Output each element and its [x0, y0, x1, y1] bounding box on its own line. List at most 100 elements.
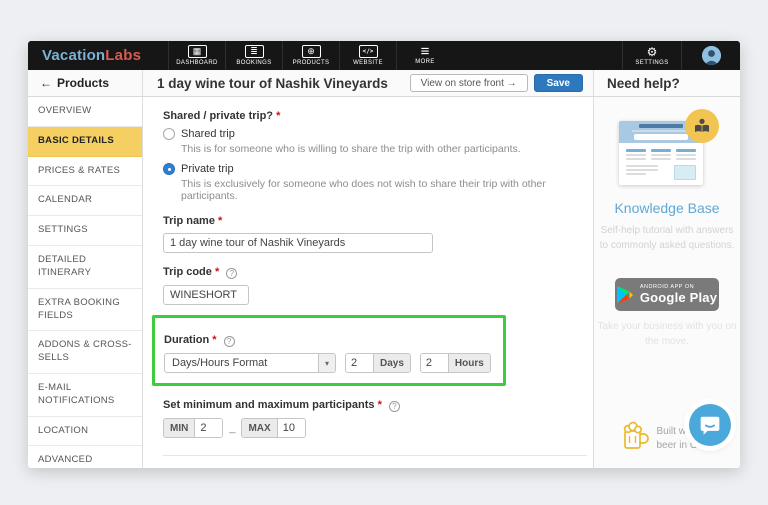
illustration-button	[674, 165, 696, 180]
duration-label: Duration * ?	[164, 334, 491, 347]
days-unit-label: Days	[373, 354, 410, 372]
max-label: MAX	[242, 419, 277, 437]
min-participants-input[interactable]	[195, 419, 222, 437]
help-icon[interactable]: ?	[224, 336, 235, 347]
sidebar-item-detailed-itinerary[interactable]: DETAILED ITINERARY	[28, 246, 142, 289]
nav-label: WEBSITE	[353, 60, 383, 66]
sidebar-nav: OVERVIEW BASIC DETAILS PRICES & RATES CA…	[28, 97, 143, 468]
page-header: ← Products 1 day wine tour of Nashik Vin…	[28, 70, 740, 97]
required-mark: *	[215, 266, 219, 278]
intercom-chat-button[interactable]	[689, 404, 731, 446]
illustration-title-bar	[639, 124, 683, 128]
illustration-search-bar	[634, 134, 688, 140]
nav-item-more[interactable]: ≡ MORE	[396, 41, 453, 70]
sidebar-item-email-notifications[interactable]: E-MAIL NOTIFICATIONS	[28, 374, 142, 417]
sidebar-item-basic-details[interactable]: BASIC DETAILS	[28, 127, 142, 157]
app-window: VacationLabs ▦ DASHBOARD ≣ BOOKINGS ⊕ PR…	[28, 41, 740, 468]
kb-desc-line2: to commonly asked questions.	[600, 238, 735, 253]
knowledge-base-card[interactable]	[619, 121, 715, 185]
min-label: MIN	[164, 419, 195, 437]
label-text: Set minimum and maximum participants	[163, 399, 375, 411]
duration-highlight-box: Duration * ? Days/Hours Format ▾ Days	[152, 315, 506, 386]
play-description: Take your business with you on the move.	[598, 319, 737, 349]
basic-details-form: Shared / private trip? * Shared trip Thi…	[143, 97, 593, 468]
label-text: Shared / private trip?	[163, 110, 273, 122]
nav-label: MORE	[415, 59, 435, 65]
sidebar-item-advanced-settings[interactable]: ADVANCED SETTINGS	[28, 446, 142, 468]
top-navbar: VacationLabs ▦ DASHBOARD ≣ BOOKINGS ⊕ PR…	[28, 41, 740, 70]
navbar-spacer	[453, 41, 622, 70]
nav-item-products[interactable]: ⊕ PRODUCTS	[282, 41, 339, 70]
sidebar-item-settings[interactable]: SETTINGS	[28, 216, 142, 246]
help-icon[interactable]: ?	[226, 268, 237, 279]
duration-hours-input[interactable]	[421, 354, 448, 372]
nav-item-dashboard[interactable]: ▦ DASHBOARD	[168, 41, 225, 70]
nav-item-bookings[interactable]: ≣ BOOKINGS	[225, 41, 282, 70]
save-button[interactable]: Save	[534, 74, 583, 92]
radio-unchecked-icon[interactable]	[163, 128, 175, 140]
play-desc-line1: Take your business with you on	[598, 319, 737, 334]
shared-trip-option[interactable]: Shared trip	[163, 128, 578, 140]
beer-mug-icon	[622, 420, 650, 452]
participants-label: Set minimum and maximum participants * ?	[163, 399, 578, 412]
sidebar-item-prices-rates[interactable]: PRICES & RATES	[28, 157, 142, 187]
content-area: OVERVIEW BASIC DETAILS PRICES & RATES CA…	[28, 97, 740, 468]
required-mark: *	[212, 334, 216, 346]
knowledge-base-description: Self-help tutorial with answers to commo…	[600, 223, 735, 253]
need-help-title: Need help?	[593, 70, 740, 96]
sidebar-item-addons-cross-sells[interactable]: ADDONS & CROSS-SELLS	[28, 331, 142, 374]
reading-person-badge	[685, 109, 719, 143]
vacationlabs-logo[interactable]: VacationLabs	[28, 41, 168, 70]
trip-code-label: Trip code * ?	[163, 266, 578, 279]
chat-bubble-icon	[699, 414, 721, 436]
sidebar-item-calendar[interactable]: CALENDAR	[28, 186, 142, 216]
avatar[interactable]	[702, 46, 721, 65]
duration-format-select[interactable]: Days/Hours Format ▾	[164, 353, 336, 373]
sidebar-item-extra-booking-fields[interactable]: EXTRA BOOKING FIELDS	[28, 289, 142, 332]
view-on-store-front-button[interactable]: View on store front →	[410, 74, 528, 92]
nav-label: PRODUCTS	[293, 60, 330, 66]
nav-item-settings[interactable]: ⚙ SETTINGS	[622, 41, 682, 70]
duration-days-group: Days	[345, 353, 411, 373]
trip-name-input[interactable]	[163, 233, 433, 253]
back-arrow-icon: ←	[40, 76, 52, 90]
required-mark: *	[218, 215, 222, 227]
knowledge-base-title[interactable]: Knowledge Base	[614, 200, 719, 216]
max-participants-input[interactable]	[278, 419, 305, 437]
trip-code-input[interactable]	[163, 285, 249, 305]
google-play-triangle-icon	[617, 286, 633, 304]
duration-days-input[interactable]	[346, 354, 373, 372]
avatar-silhouette	[702, 46, 721, 65]
illustration-footer	[619, 162, 703, 180]
nav-item-website[interactable]: </> WEBSITE	[339, 41, 396, 70]
sidebar-item-location[interactable]: LOCATION	[28, 417, 142, 447]
back-to-products[interactable]: ← Products	[28, 70, 143, 96]
minmax-separator: _	[229, 422, 235, 434]
label-text: Trip code	[163, 266, 212, 278]
nav-label: BOOKINGS	[236, 60, 271, 66]
min-participants-group: MIN	[163, 418, 223, 438]
sidebar-item-overview[interactable]: OVERVIEW	[28, 97, 142, 127]
products-icon: ⊕	[302, 45, 321, 58]
dashboard-icon: ▦	[188, 45, 207, 58]
private-trip-option[interactable]: Private trip	[163, 163, 578, 175]
private-trip-description: This is exclusively for someone who does…	[181, 178, 578, 202]
google-play-badge[interactable]: ANDROID APP ON Google Play	[615, 278, 719, 311]
play-desc-line2: the move.	[598, 334, 737, 349]
person-reading-book-icon	[693, 118, 711, 134]
website-code-icon: </>	[359, 45, 378, 58]
kb-desc-line1: Self-help tutorial with answers	[600, 223, 735, 238]
gear-icon: ⚙	[647, 46, 658, 58]
radio-checked-icon[interactable]	[163, 163, 175, 175]
nav-label: SETTINGS	[635, 60, 668, 66]
participants-controls: MIN _ MAX	[163, 418, 578, 438]
play-badge-text: ANDROID APP ON Google Play	[640, 284, 717, 305]
illustration-subtitle-bar	[632, 130, 690, 132]
trip-name-label: Trip name *	[163, 215, 578, 227]
illustration-columns	[619, 143, 703, 162]
private-trip-label: Private trip	[181, 163, 234, 175]
help-icon[interactable]: ?	[389, 401, 400, 412]
duration-hours-group: Hours	[420, 353, 491, 373]
shared-private-label: Shared / private trip? *	[163, 110, 578, 122]
hamburger-icon: ≡	[421, 46, 430, 57]
